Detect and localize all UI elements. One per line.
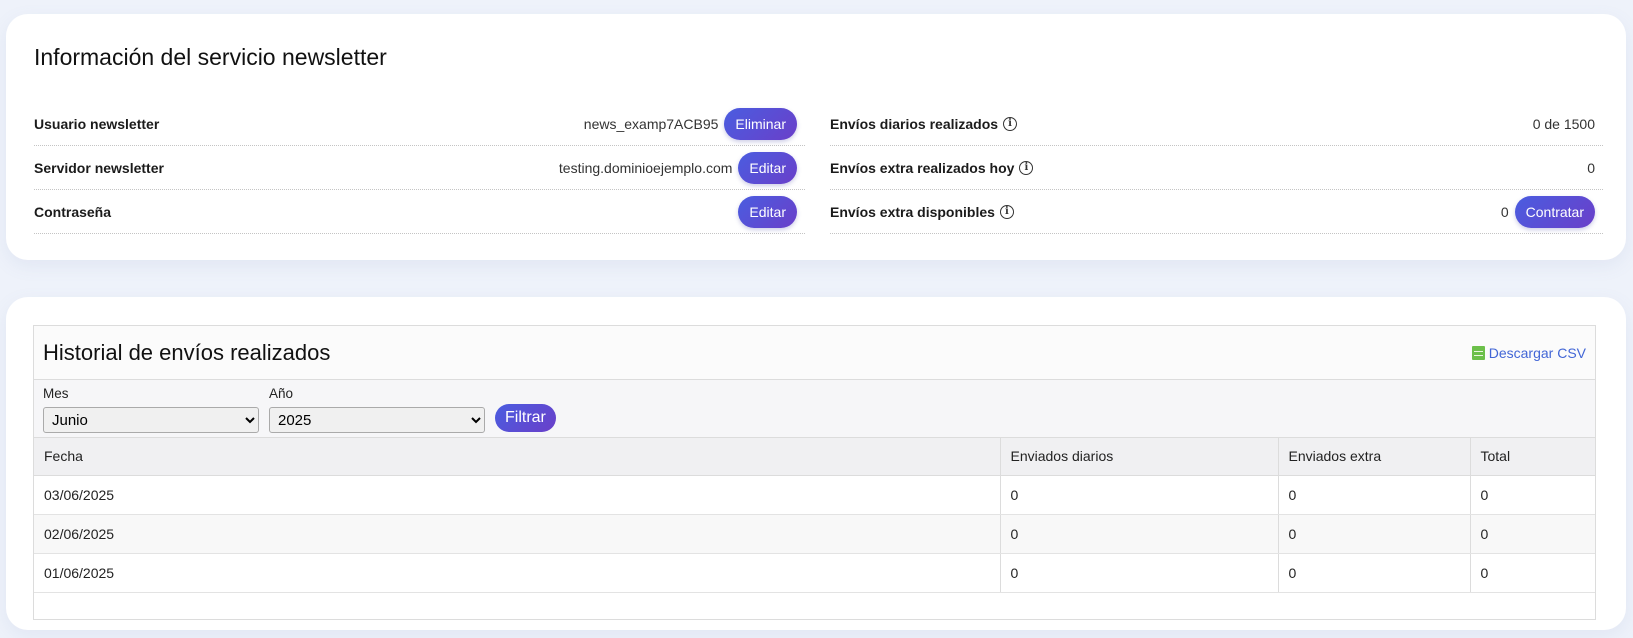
info-icon[interactable]: i — [1003, 116, 1018, 131]
filter-button[interactable]: Filtrar — [495, 404, 556, 432]
year-filter: Año 2025 — [269, 386, 485, 433]
month-select[interactable]: Junio — [43, 407, 259, 433]
info-value: 0 — [1587, 159, 1595, 176]
info-icon[interactable]: i — [999, 204, 1014, 219]
info-value: 0 de 1500 — [1532, 115, 1595, 132]
table-row: 02/06/2025 0 0 0 — [34, 514, 1595, 554]
info-right-column: Envíos diarios realizados i 0 de 1500 En… — [830, 102, 1603, 234]
cell-fecha: 02/06/2025 — [34, 514, 1001, 554]
history-table: Fecha Enviados diarios Enviados extra To… — [34, 438, 1595, 593]
cell-total: 0 — [1470, 553, 1595, 593]
edit-server-button[interactable]: Editar — [738, 151, 797, 184]
spreadsheet-icon — [1471, 345, 1485, 360]
column-header-fecha: Fecha — [34, 438, 1001, 476]
cell-enviados-extra: 0 — [1278, 475, 1471, 515]
delete-user-button[interactable]: Eliminar — [724, 107, 797, 140]
month-filter: Mes Junio — [43, 386, 259, 433]
cell-enviados-diarios: 0 — [1000, 514, 1279, 554]
info-row-usuario: Usuario newsletter news_examp7ACB95 Elim… — [34, 102, 805, 146]
info-value: news_examp7ACB95 — [583, 115, 719, 132]
cell-fecha: 01/06/2025 — [34, 553, 1001, 593]
cell-total: 0 — [1470, 514, 1595, 554]
download-csv-label: Descargar CSV — [1488, 344, 1586, 361]
info-label: Servidor newsletter — [34, 159, 164, 176]
edit-password-button[interactable]: Editar — [738, 195, 797, 228]
history-header: Historial de envíos realizados Descargar… — [34, 326, 1595, 380]
column-header-enviados-diarios: Enviados diarios — [1000, 438, 1279, 476]
info-row-envios-extra-hoy: Envíos extra realizados hoy i 0 — [830, 146, 1603, 190]
cell-enviados-diarios: 0 — [1000, 553, 1279, 593]
download-csv-link[interactable]: Descargar CSV — [1471, 344, 1586, 361]
table-header-row: Fecha Enviados diarios Enviados extra To… — [34, 438, 1595, 476]
cell-total: 0 — [1470, 475, 1595, 515]
cell-enviados-diarios: 0 — [1000, 475, 1279, 515]
info-label: Envíos extra disponibles — [830, 203, 995, 220]
history-card: Historial de envíos realizados Descargar… — [6, 297, 1626, 630]
filter-bar: Mes Junio Año 2025 Filtrar — [34, 380, 1595, 438]
info-value: 0 — [1500, 203, 1509, 220]
table-row: 03/06/2025 0 0 0 — [34, 475, 1595, 515]
table-row: 01/06/2025 0 0 0 — [34, 553, 1595, 593]
newsletter-info-card: Información del servicio newsletter Usua… — [6, 14, 1626, 260]
info-row-contrasena: Contraseña Editar — [34, 190, 805, 234]
cell-fecha: 03/06/2025 — [34, 475, 1001, 515]
info-icon[interactable]: i — [1019, 160, 1034, 175]
info-row-envios-extra-disponibles: Envíos extra disponibles i 0 Contratar — [830, 190, 1603, 234]
column-header-enviados-extra: Enviados extra — [1278, 438, 1471, 476]
info-label: Envíos extra realizados hoy — [830, 159, 1015, 176]
column-header-total: Total — [1470, 438, 1595, 476]
info-label: Envíos diarios realizados — [830, 115, 999, 132]
history-panel: Historial de envíos realizados Descargar… — [33, 325, 1596, 620]
history-title: Historial de envíos realizados — [43, 339, 331, 365]
info-card-title: Información del servicio newsletter — [34, 44, 387, 70]
year-label: Año — [269, 386, 294, 401]
info-left-column: Usuario newsletter news_examp7ACB95 Elim… — [34, 102, 805, 234]
month-label: Mes — [43, 386, 69, 401]
info-row-envios-diarios: Envíos diarios realizados i 0 de 1500 — [830, 102, 1603, 146]
info-row-servidor: Servidor newsletter testing.dominioejemp… — [34, 146, 805, 190]
cell-enviados-extra: 0 — [1278, 553, 1471, 593]
cell-enviados-extra: 0 — [1278, 514, 1471, 554]
info-label: Contraseña — [34, 203, 112, 220]
info-value: testing.dominioejemplo.com — [558, 159, 733, 176]
year-select[interactable]: 2025 — [269, 407, 485, 433]
info-label: Usuario newsletter — [34, 115, 160, 132]
hire-extra-button[interactable]: Contratar — [1514, 195, 1595, 228]
